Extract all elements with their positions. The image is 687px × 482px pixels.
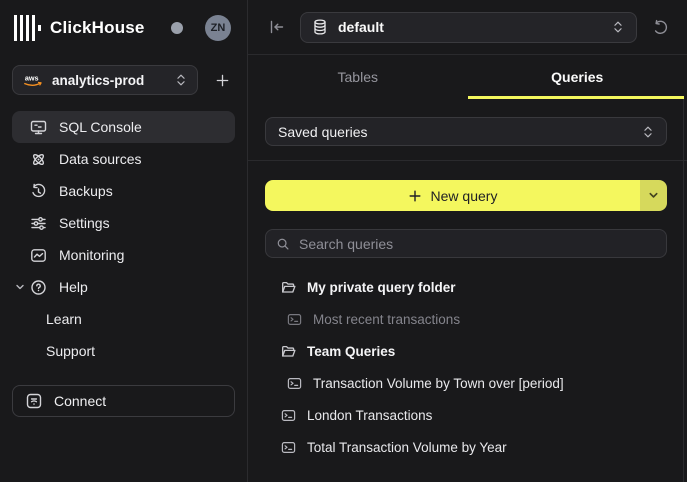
sidebar-item-help[interactable]: Help [12,271,235,303]
clickhouse-logo-icon [14,15,41,41]
database-selector-value: default [338,19,601,35]
sidebar-item-label: SQL Console [59,119,142,135]
query-folder-label: Team Queries [307,344,395,359]
section-divider [248,160,687,161]
chevron-down-icon [648,190,659,201]
help-icon [30,279,47,296]
query-row[interactable]: London Transactions [265,399,667,431]
sidebar-item-settings[interactable]: Settings [12,207,235,239]
refresh-button[interactable] [649,16,671,38]
add-service-button[interactable] [209,67,235,93]
query-terminal-icon [281,440,296,455]
saved-queries-selector-value: Saved queries [278,124,642,140]
aws-icon: aws [23,73,43,87]
query-label: Most recent transactions [313,312,460,327]
sidebar-subitem-label: Learn [46,311,82,327]
search-box [265,229,667,258]
backups-icon [30,183,47,200]
query-tree: My private query folder Most recent tran… [265,271,667,463]
sidebar-item-label: Backups [59,183,113,199]
chevron-updown-icon [642,125,654,139]
database-selector[interactable]: default [300,12,637,43]
plus-icon [408,189,422,203]
query-row[interactable]: Transaction Volume by Town over [period] [265,367,667,399]
chevron-updown-icon [612,20,624,34]
connect-button[interactable]: Connect [12,385,235,417]
new-query-button[interactable]: New query [265,180,640,211]
tab-bar: Tables Queries [248,55,687,99]
database-topbar: default [248,0,687,55]
new-query-split-button: New query [265,180,667,211]
query-terminal-icon [281,408,296,423]
connect-label: Connect [54,393,106,409]
refresh-icon [651,18,669,36]
database-icon [313,19,327,35]
query-label: Total Transaction Volume by Year [307,440,507,455]
status-dot [171,22,183,34]
brand-name: ClickHouse [50,18,145,38]
sidebar-item-label: Monitoring [59,247,124,263]
sidebar-item-label: Data sources [59,151,141,167]
chevron-down-icon [14,281,26,293]
sql-console-icon [30,119,47,136]
avatar[interactable]: ZN [205,15,231,41]
collapse-panel-button[interactable] [266,16,288,38]
tab-queries[interactable]: Queries [468,55,687,99]
service-row: aws analytics-prod [0,55,247,95]
queries-content: Saved queries New query [248,99,687,482]
query-folder-row[interactable]: Team Queries [265,335,667,367]
sidebar-item-monitoring[interactable]: Monitoring [12,239,235,271]
monitoring-icon [30,247,47,264]
sidebar-item-learn[interactable]: Learn [0,303,247,335]
sidebar-item-backups[interactable]: Backups [12,175,235,207]
query-terminal-icon [287,376,302,391]
query-folder-label: My private query folder [307,280,456,295]
sidebar-subitem-label: Support [46,343,95,359]
sidebar-item-sql-console[interactable]: SQL Console [12,111,235,143]
query-terminal-icon [287,312,302,327]
tab-tables[interactable]: Tables [248,55,468,99]
svg-text:aws: aws [25,73,39,82]
tab-label: Tables [338,69,378,85]
sidebar-item-label: Settings [59,215,110,231]
plus-icon [215,73,230,88]
search-icon [276,237,290,251]
folder-open-icon [281,280,296,295]
saved-queries-selector[interactable]: Saved queries [265,117,667,146]
query-row[interactable]: Most recent transactions [265,303,667,335]
sidebar-item-data-sources[interactable]: Data sources [12,143,235,175]
folder-open-icon [281,344,296,359]
new-query-menu-button[interactable] [640,180,667,211]
query-label: Transaction Volume by Town over [period] [313,376,564,391]
sidebar-item-support[interactable]: Support [0,335,247,367]
settings-icon [30,215,47,232]
queries-panel: default Tables Queries Saved queries [248,0,687,482]
collapse-left-icon [268,18,286,36]
new-query-label: New query [431,188,498,204]
connect-icon [26,393,42,409]
sidebar-header: ClickHouse ZN [0,0,247,55]
service-selector-value: analytics-prod [52,73,166,88]
sidebar: ClickHouse ZN aws analytics-prod [0,0,248,482]
sidebar-item-label: Help [59,279,88,295]
query-folder-row[interactable]: My private query folder [265,271,667,303]
query-label: London Transactions [307,408,432,423]
chevron-updown-icon [175,73,187,87]
sidebar-nav: SQL Console Data sources Backups [0,111,247,417]
tab-label: Queries [551,69,603,85]
service-selector[interactable]: aws analytics-prod [12,65,198,95]
data-sources-icon [30,151,47,168]
query-row[interactable]: Total Transaction Volume by Year [265,431,667,463]
search-queries-input[interactable] [299,236,656,252]
